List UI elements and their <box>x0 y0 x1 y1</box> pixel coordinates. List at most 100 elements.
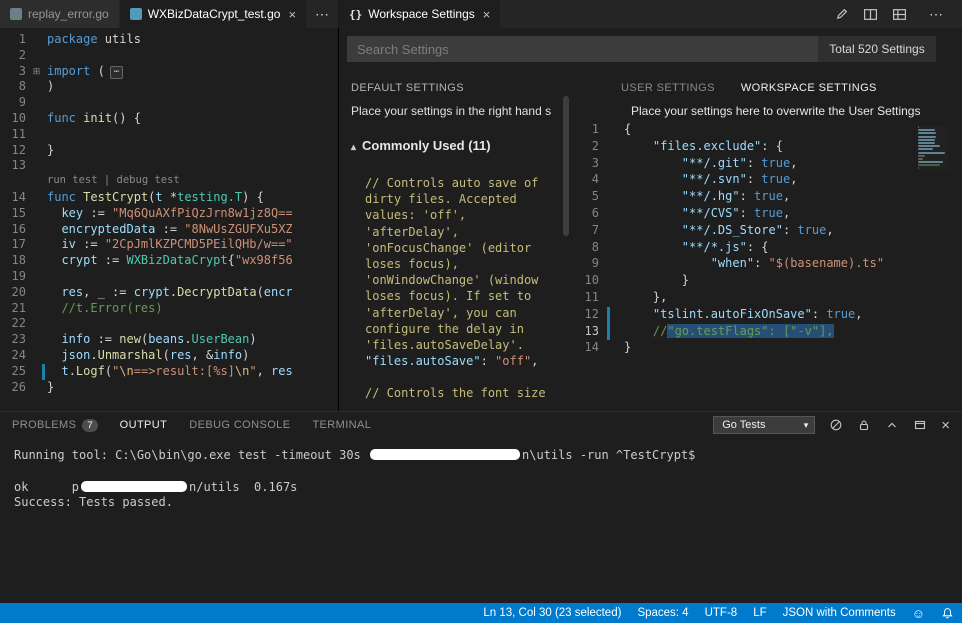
code-line[interactable]: configure the delay in <box>365 322 565 338</box>
tab-workspace-settings-inner[interactable]: WORKSPACE SETTINGS <box>741 82 877 94</box>
code-line[interactable]: 3 "**/.git": true, <box>569 156 918 173</box>
code-line[interactable]: 22 <box>0 316 292 332</box>
settings-search-input[interactable] <box>347 36 818 62</box>
encoding-status[interactable]: UTF-8 <box>697 603 746 623</box>
code-line[interactable]: 10 } <box>569 273 918 290</box>
code-line[interactable]: 'onWindowChange' (window <box>365 273 565 289</box>
code-line[interactable]: 17 iv := "2CpJmlKZPCMD5PEilQHb/w==" <box>0 237 292 253</box>
code-editor-go-test[interactable]: 1package utils23⊞import (⋯8)910func init… <box>0 28 338 411</box>
output-content[interactable]: Running tool: C:\Go\bin\go.exe test -tim… <box>0 442 962 604</box>
code-line[interactable]: 20 res, _ := crypt.DecryptData(encryp <box>0 285 292 301</box>
code-line[interactable]: 1{ <box>569 122 918 139</box>
code-line[interactable]: ✎"files.autoSave": "off", <box>365 354 565 370</box>
workspace-settings-json-editor[interactable]: 1{2 "files.exclude": {3 "**/.git": true,… <box>569 122 918 357</box>
tab-problems[interactable]: PROBLEMS 7 <box>12 419 98 432</box>
chevron-down-icon: ▾ <box>804 420 809 431</box>
language-mode-status[interactable]: JSON with Comments <box>775 603 904 623</box>
tab-user-settings[interactable]: USER SETTINGS <box>621 82 715 94</box>
layout-grid-icon[interactable] <box>892 7 907 22</box>
code-line[interactable]: 18 crypt := WXBizDataCrypt{"wx98f566a <box>0 253 292 269</box>
more-actions-icon[interactable]: ⋯ <box>921 6 952 23</box>
code-line[interactable]: 'afterDelay', you can <box>365 306 565 322</box>
default-settings-header: DEFAULT SETTINGS <box>351 82 464 94</box>
code-line[interactable]: loses focus). If set to <box>365 289 565 305</box>
tab-wxbizdatacrypt-test-go[interactable]: WXBizDataCrypt_test.go × <box>120 0 307 28</box>
code-line[interactable]: 25 t.Logf("\n==>result:[%s]\n", res) <box>0 364 292 380</box>
code-line[interactable]: loses focus), <box>365 257 565 273</box>
code-line[interactable] <box>365 370 565 386</box>
editor-tab-bar: replay_error.go WXBizDataCrypt_test.go ×… <box>0 0 962 28</box>
settings-target-tabs: USER SETTINGS WORKSPACE SETTINGS <box>621 82 877 94</box>
close-tab-icon[interactable]: × <box>483 7 491 22</box>
tab-terminal[interactable]: TERMINAL <box>312 419 371 431</box>
code-line[interactable]: 14} <box>569 340 918 357</box>
code-line[interactable]: 'afterDelay', <box>365 225 565 241</box>
code-line[interactable]: 5 "**/.hg": true, <box>569 189 918 206</box>
clear-output-icon[interactable] <box>829 418 843 432</box>
cursor-position-status[interactable]: Ln 13, Col 30 (23 selected) <box>475 603 629 623</box>
eol-status[interactable]: LF <box>745 603 774 623</box>
code-line[interactable]: 8 "**/*.js": { <box>569 240 918 257</box>
settings-editor: Total 520 Settings DEFAULT SETTINGS Plac… <box>338 28 962 411</box>
code-line[interactable]: // Controls auto save of <box>365 176 565 192</box>
code-line[interactable]: values: 'off', <box>365 208 565 224</box>
code-line[interactable]: Success: Tests passed. <box>14 495 948 511</box>
code-line[interactable]: 7 "**/.DS_Store": true, <box>569 223 918 240</box>
tab-debug-console[interactable]: DEBUG CONSOLE <box>189 419 290 431</box>
notifications-bell-icon[interactable] <box>933 603 962 623</box>
codelens[interactable]: run test | debug test <box>47 174 292 190</box>
scroll-lock-icon[interactable] <box>857 418 871 432</box>
code-line[interactable]: 16 encryptedData := "8NwUsZGUFXu5XZyU <box>0 222 292 238</box>
maximize-panel-chevron-icon[interactable] <box>885 418 899 432</box>
right-editor-tab-group: {} Workspace Settings × ⋯ <box>338 0 962 28</box>
code-line[interactable]: 12} <box>0 143 292 159</box>
tab-replay-error-go[interactable]: replay_error.go <box>0 0 120 28</box>
code-line[interactable]: 6 "**/CVS": true, <box>569 206 918 223</box>
code-line[interactable]: 3⊞import (⋯ <box>0 64 292 80</box>
tab-workspace-settings[interactable]: {} Workspace Settings × <box>339 0 501 28</box>
code-line[interactable]: 23 info := new(beans.UserBean) <box>0 332 292 348</box>
code-line[interactable]: 13 <box>0 158 292 174</box>
code-line[interactable]: 'files.autoSaveDelay'. <box>365 338 565 354</box>
code-line[interactable]: // Controls the font size <box>365 386 565 402</box>
code-line[interactable]: 19 <box>0 269 292 285</box>
feedback-smiley-icon[interactable]: ☺ <box>904 603 933 623</box>
minimap-line <box>918 132 936 134</box>
code-line[interactable] <box>14 464 948 480</box>
code-line[interactable]: 15 key := "Mq6QuAXfPiQzJrn8w1jz8Q==" <box>0 206 292 222</box>
code-line[interactable]: 26} <box>0 380 292 396</box>
close-tab-icon[interactable]: × <box>288 7 296 22</box>
output-channel-select[interactable]: Go Tests ▾ <box>713 416 815 434</box>
split-editor-icon[interactable] <box>863 7 878 22</box>
code-line[interactable]: run test | debug test <box>0 174 292 190</box>
code-line[interactable]: 10func init() { <box>0 111 292 127</box>
code-line[interactable]: Running tool: C:\Go\bin\go.exe test -tim… <box>14 448 948 464</box>
code-line[interactable]: 1package utils <box>0 32 292 48</box>
open-settings-pencil-icon[interactable] <box>834 7 849 22</box>
code-line[interactable]: dirty files. Accepted <box>365 192 565 208</box>
code-line[interactable]: 9 <box>0 95 292 111</box>
redaction-scribble <box>370 449 520 460</box>
code-line[interactable]: 14func TestCrypt(t *testing.T) { <box>0 190 292 206</box>
code-line[interactable]: 2 <box>0 48 292 64</box>
code-line[interactable]: 4 "**/.svn": true, <box>569 172 918 189</box>
restore-panel-icon[interactable] <box>913 418 927 432</box>
code-line[interactable]: 13 //"go.testFlags": ["-v"], <box>569 324 918 341</box>
indentation-status[interactable]: Spaces: 4 <box>629 603 696 623</box>
default-settings-content[interactable]: // Controls auto save ofdirty files. Acc… <box>365 176 565 403</box>
code-line[interactable]: 11 <box>0 127 292 143</box>
code-line[interactable]: 8) <box>0 79 292 95</box>
code-line[interactable]: 12 "tslint.autoFixOnSave": true, <box>569 307 918 324</box>
code-line[interactable]: 'onFocusChange' (editor <box>365 241 565 257</box>
section-commonly-used[interactable]: ▴Commonly Used (11) <box>351 138 491 153</box>
code-line[interactable]: 21 //t.Error(res) <box>0 301 292 317</box>
more-tabs-icon[interactable]: ⋯ <box>307 6 338 23</box>
minimap[interactable] <box>918 126 948 171</box>
code-line[interactable]: 9 "when": "$(basename).ts" <box>569 256 918 273</box>
code-line[interactable]: 2 "files.exclude": { <box>569 139 918 156</box>
code-line[interactable]: 11 }, <box>569 290 918 307</box>
close-panel-icon[interactable]: × <box>941 418 950 433</box>
code-line[interactable]: ok pn/utils 0.167s <box>14 480 948 496</box>
code-line[interactable]: 24 json.Unmarshal(res, &info) <box>0 348 292 364</box>
tab-output[interactable]: OUTPUT <box>120 419 168 431</box>
